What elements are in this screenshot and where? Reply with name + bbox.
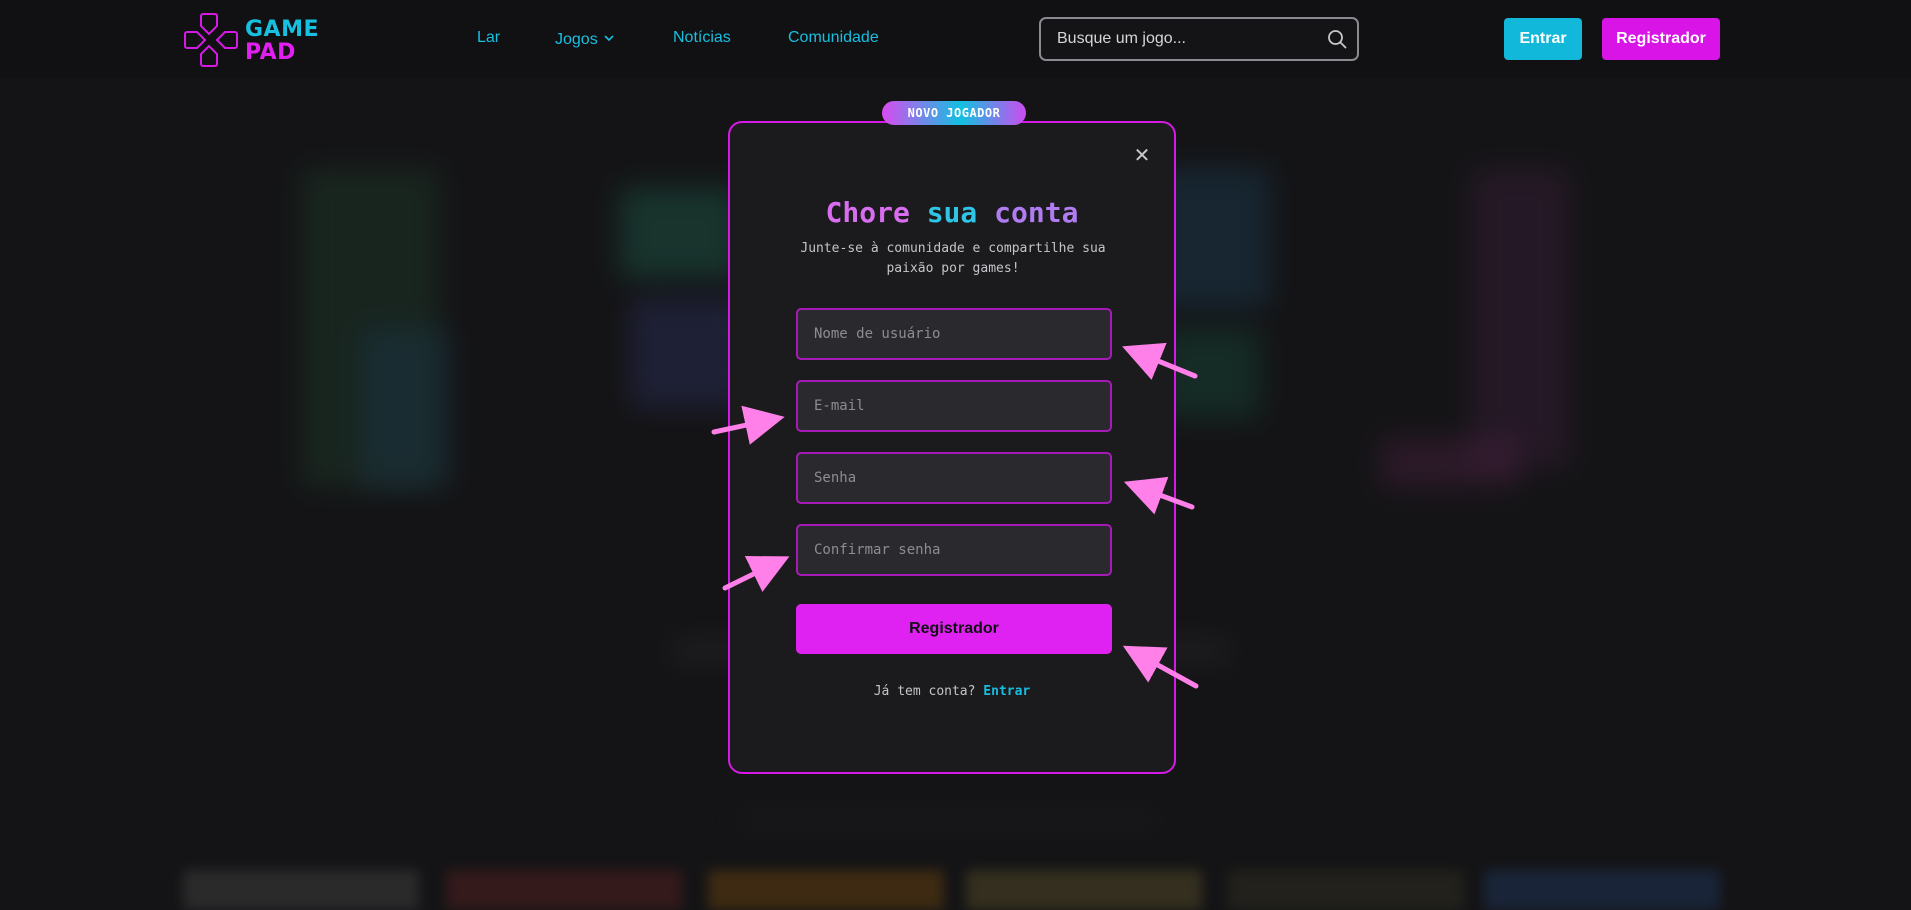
blurred-thumbnail <box>966 870 1202 910</box>
register-modal: NOVO JOGADOR ✕ Chore sua conta Junte-se … <box>728 101 1176 774</box>
nav-item-lar[interactable]: Lar <box>477 29 500 47</box>
nav-item-comunidade[interactable]: Comunidade <box>788 29 879 47</box>
login-button[interactable]: Entrar <box>1504 18 1582 60</box>
gamepad-cross-icon <box>184 13 238 67</box>
modal-title-part1: Chore <box>825 196 910 229</box>
blurred-game-art <box>360 328 450 488</box>
blurred-thumbnail <box>183 870 419 910</box>
blurred-thumbnail <box>446 870 682 910</box>
submit-register-button[interactable]: Registrador <box>796 604 1112 654</box>
confirm-password-field[interactable] <box>796 524 1112 576</box>
register-button[interactable]: Registrador <box>1602 18 1720 60</box>
nav-item-jogos[interactable]: Jogos <box>555 29 614 49</box>
logo-text-line2: PAD <box>245 40 296 65</box>
search-input[interactable] <box>1055 28 1315 50</box>
modal-subtitle: Junte-se à comunidade e compartilhe sua … <box>800 241 1106 276</box>
blurred-game-art <box>1470 168 1570 468</box>
blurred-thumbnail <box>1228 870 1464 910</box>
modal-title-part2: sua <box>926 196 978 229</box>
close-icon[interactable]: ✕ <box>1132 145 1152 165</box>
blurred-thumbnail <box>708 870 944 910</box>
login-prompt-text: Já tem conta? <box>873 684 976 699</box>
blurred-text <box>740 813 1160 827</box>
logo-wordmark: GAME PAD <box>245 18 319 64</box>
email-field[interactable] <box>796 380 1112 432</box>
blurred-thumbnail <box>1484 870 1720 910</box>
gamepad-logo[interactable]: GAME PAD <box>183 12 323 68</box>
site-header: GAME PAD Lar Jogos Notícias Comunidade E… <box>0 0 1911 78</box>
chevron-down-icon <box>604 29 614 47</box>
nav-item-noticias[interactable]: Notícias <box>673 29 731 47</box>
blurred-game-art <box>620 188 740 278</box>
logo-text-line1: GAME <box>245 17 320 42</box>
username-field[interactable] <box>796 308 1112 360</box>
login-link[interactable]: Entrar <box>983 684 1030 699</box>
search-box <box>1039 17 1359 61</box>
login-prompt: Já tem conta? Entrar <box>730 684 1174 699</box>
password-field[interactable] <box>796 452 1112 504</box>
modal-title: Chore sua conta <box>730 196 1174 229</box>
search-icon[interactable] <box>1327 29 1347 53</box>
nav-item-jogos-label: Jogos <box>555 31 598 48</box>
new-player-badge: NOVO JOGADOR <box>882 101 1026 125</box>
modal-title-part3: conta <box>994 196 1079 229</box>
blurred-game-art <box>1380 438 1520 488</box>
